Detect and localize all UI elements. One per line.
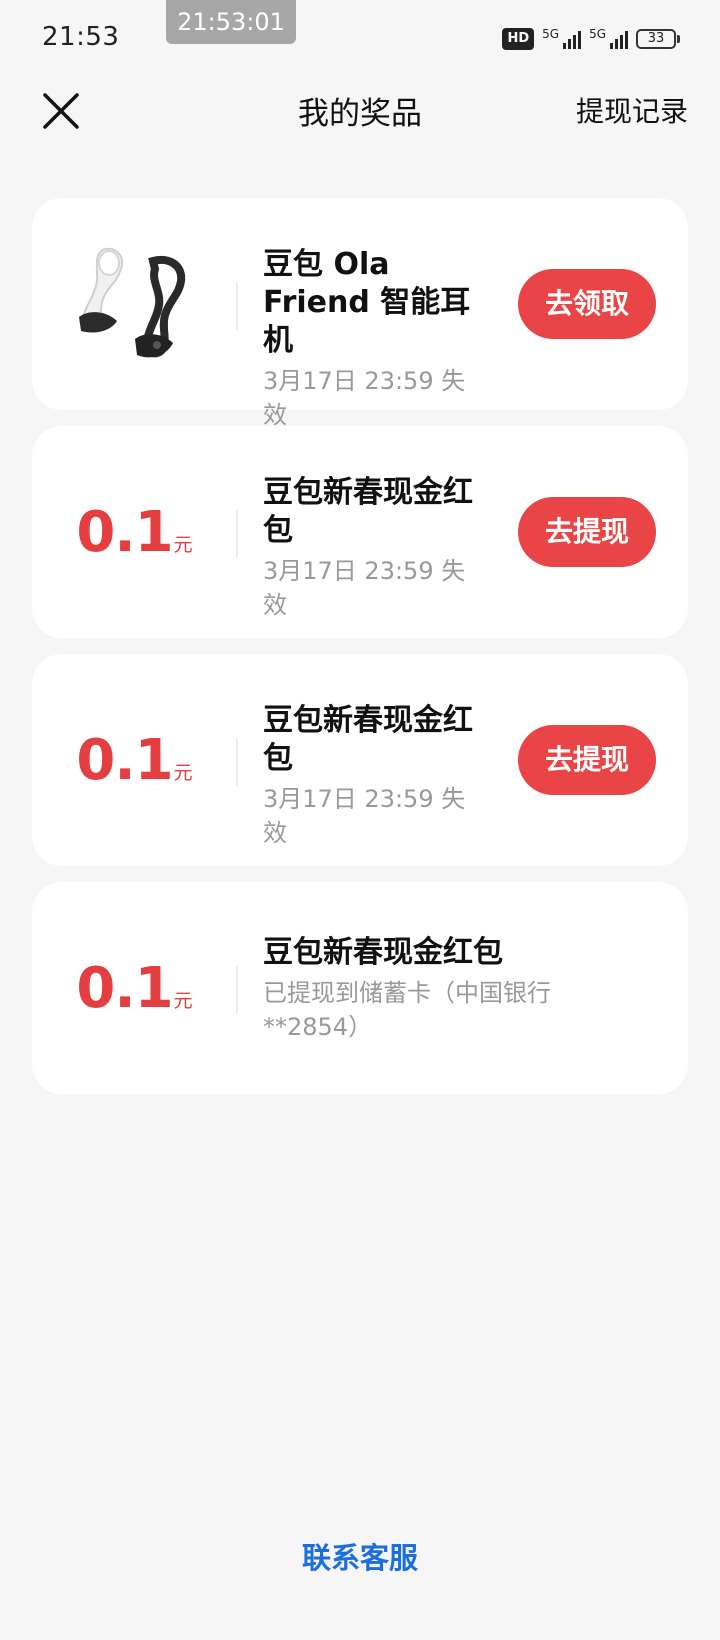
withdraw-button[interactable]: 去提现 <box>518 725 656 795</box>
header: 我的奖品 提现记录 <box>0 80 720 140</box>
network-type-label: 5G <box>589 27 606 41</box>
card-divider <box>236 282 238 330</box>
network-type-label: 5G <box>542 27 560 41</box>
cash-amount: 0.1 元 <box>76 500 192 565</box>
screenshot-time-overlay: 21:53:01 <box>166 0 296 44</box>
card-divider <box>236 966 238 1014</box>
amount-unit: 元 <box>173 989 193 1012</box>
hd-voice-icon: HD <box>502 28 535 50</box>
prize-expiry: 3月17日 23:59 失效 <box>263 785 466 847</box>
amount-value: 0.1 <box>76 499 173 565</box>
status-bar: 21:53 21:53:01 HD 5G 5G 33 <box>0 0 720 80</box>
battery-icon: 33 <box>636 29 680 49</box>
amount-value: 0.1 <box>76 727 173 793</box>
amount-unit: 元 <box>173 533 193 556</box>
prize-info: 豆包新春现金红包 已提现到储蓄卡（中国银行**2854） <box>263 934 573 1044</box>
earphone-product-image <box>32 198 237 410</box>
cash-amount: 0.1 元 <box>76 728 192 793</box>
prize-title: 豆包新春现金红包 <box>263 703 473 776</box>
prize-info: 豆包 Ola Friend 智能耳机 3月17日 23:59 失效 <box>263 246 483 432</box>
withdrawn-status: 已提现到储蓄卡（中国银行**2854） <box>263 979 551 1041</box>
status-icons: HD 5G 5G 33 <box>502 24 680 54</box>
prize-card: 0.1 元 豆包新春现金红包 3月17日 23:59 失效 去提现 <box>32 426 688 638</box>
prize-expiry: 3月17日 23:59 失效 <box>263 557 466 619</box>
prize-expiry: 3月17日 23:59 失效 <box>263 367 466 429</box>
prize-title: 豆包新春现金红包 <box>263 935 503 970</box>
withdraw-records-link[interactable]: 提现记录 <box>576 90 688 130</box>
card-divider <box>236 738 238 786</box>
prize-title: 豆包 Ola Friend 智能耳机 <box>263 247 471 358</box>
prize-card: 0.1 元 豆包新春现金红包 已提现到储蓄卡（中国银行**2854） <box>32 882 688 1094</box>
signal-icon-2: 5G <box>589 27 628 49</box>
prize-info: 豆包新春现金红包 3月17日 23:59 失效 <box>263 474 483 622</box>
battery-level: 33 <box>636 29 676 49</box>
prize-card: 豆包 Ola Friend 智能耳机 3月17日 23:59 失效 去领取 <box>32 198 688 429</box>
amount-unit: 元 <box>173 761 193 784</box>
signal-icon-1: 5G <box>542 27 582 49</box>
prize-info: 豆包新春现金红包 3月17日 23:59 失效 <box>263 702 483 850</box>
withdraw-button[interactable]: 去提现 <box>518 497 656 567</box>
status-time: 21:53 <box>42 22 120 52</box>
amount-value: 0.1 <box>76 955 173 1021</box>
prize-title: 豆包新春现金红包 <box>263 475 473 548</box>
card-divider <box>236 510 238 558</box>
cash-amount: 0.1 元 <box>76 956 192 1021</box>
claim-button[interactable]: 去领取 <box>518 269 656 339</box>
prize-card: 0.1 元 豆包新春现金红包 3月17日 23:59 失效 去提现 <box>32 654 688 866</box>
prizes-page: 21:53 21:53:01 HD 5G 5G 33 我的奖品 提现记录 豆包 … <box>0 0 720 1640</box>
contact-service-link[interactable]: 联系客服 <box>0 1535 720 1577</box>
